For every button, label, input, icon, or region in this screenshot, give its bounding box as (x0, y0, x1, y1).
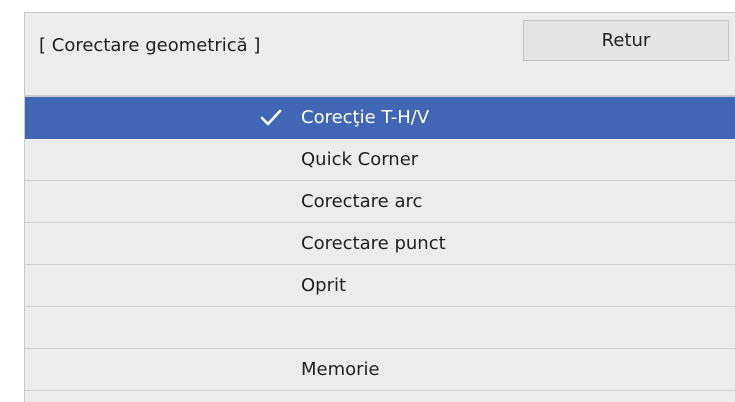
menu-item-off[interactable]: Oprit (25, 265, 735, 307)
menu-item-label: Corecţie T-H/V (301, 107, 430, 128)
menu-item-label: Memorie (301, 359, 380, 380)
menu-item-label: Quick Corner (301, 149, 419, 170)
menu-title: [ Corectare geometrică ] (39, 35, 261, 56)
menu-item-arc-correction[interactable]: Corectare arc (25, 181, 735, 223)
menu-item-label: Corectare arc (301, 191, 423, 212)
menu-item-point-correction[interactable]: Corectare punct (25, 223, 735, 265)
menu-header: [ Corectare geometrică ] Retur (25, 13, 735, 95)
menu-item-memory[interactable]: Memorie (25, 349, 735, 391)
menu-item-label: Corectare punct (301, 233, 446, 254)
menu-item-tilt-hv-correction[interactable]: Corecţie T-H/V (25, 97, 735, 139)
return-button[interactable]: Retur (523, 20, 729, 61)
options-list: Corecţie T-H/V Quick Corner Corectare ar… (25, 97, 735, 391)
geometric-correction-menu: [ Corectare geometrică ] Retur Corecţie … (24, 12, 735, 402)
menu-item-quick-corner[interactable]: Quick Corner (25, 139, 735, 181)
checkmark-icon (260, 109, 282, 126)
menu-empty-row (25, 307, 735, 349)
menu-item-label: Oprit (301, 275, 347, 296)
